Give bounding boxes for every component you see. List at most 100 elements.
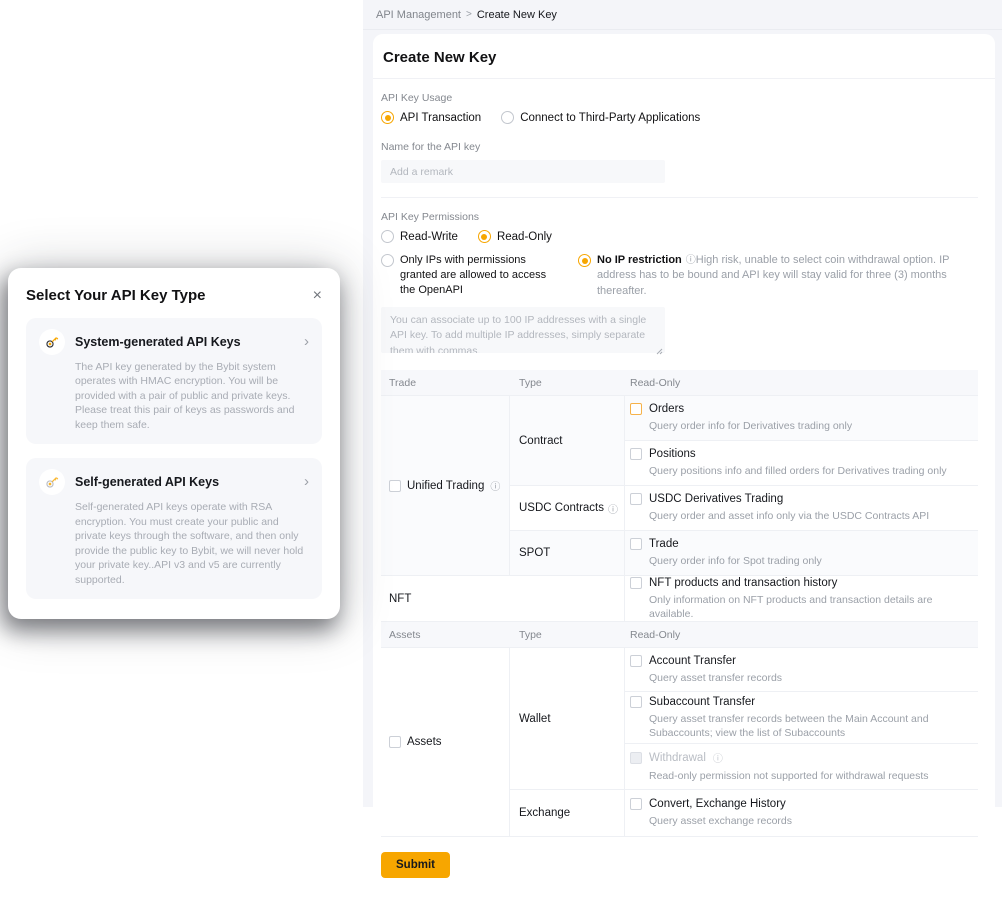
info-icon[interactable]: ⓘ bbox=[713, 750, 723, 765]
radio-label: Connect to Third-Party Applications bbox=[520, 112, 700, 124]
checkbox-label: Orders bbox=[649, 403, 684, 415]
api-key-type-modal: Select Your API Key Type × System-genera… bbox=[8, 268, 340, 619]
perm-description: Only information on NFT products and tra… bbox=[649, 593, 978, 621]
checkbox-label: Trade bbox=[649, 538, 679, 550]
perm-description: Query asset transfer records between the… bbox=[649, 712, 978, 740]
nft-checkbox[interactable] bbox=[630, 577, 642, 589]
type-label: Wallet bbox=[519, 713, 551, 725]
no-ip-restriction-text: No IP restrictionⓘHigh risk, unable to s… bbox=[597, 253, 978, 299]
radio-third-party[interactable]: Connect to Third-Party Applications bbox=[501, 111, 700, 124]
perm-description: Query asset exchange records bbox=[649, 814, 978, 828]
usdc-derivatives-checkbox[interactable] bbox=[630, 493, 642, 505]
create-key-card: Create New Key API Key Usage API Transac… bbox=[373, 34, 995, 902]
info-icon[interactable]: ⓘ bbox=[490, 478, 500, 493]
perm-usdc-derivatives: USDC Derivatives Trading Query order and… bbox=[625, 486, 978, 531]
perm-description: Read-only permission not supported for w… bbox=[649, 769, 978, 783]
radio-ip-restricted[interactable]: Only IPs with permissions granted are al… bbox=[381, 253, 556, 298]
type-cell-spot: SPOT bbox=[510, 531, 625, 576]
breadcrumb-separator-icon: > bbox=[466, 9, 472, 20]
resize-handle-icon[interactable] bbox=[656, 348, 663, 355]
card-header: Create New Key bbox=[373, 34, 995, 79]
page-title: Create New Key bbox=[383, 49, 983, 66]
perm-description: Query asset transfer records bbox=[649, 671, 978, 685]
convert-exchange-checkbox[interactable] bbox=[630, 798, 642, 810]
type-label: Contract bbox=[519, 435, 562, 447]
type-label: Exchange bbox=[519, 807, 570, 819]
column-header-trade: Trade bbox=[381, 370, 510, 396]
checkbox-label: NFT products and transaction history bbox=[649, 577, 837, 589]
radio-label: API Transaction bbox=[400, 112, 481, 124]
radio-read-only[interactable]: Read-Only bbox=[478, 230, 552, 243]
breadcrumb-current: Create New Key bbox=[477, 9, 557, 21]
system-key-icon bbox=[39, 329, 65, 355]
trade-permissions-table: Trade Type Read-Only Unified Trading ⓘ C… bbox=[381, 370, 978, 622]
api-key-name-input[interactable] bbox=[381, 160, 665, 183]
radio-read-write[interactable]: Read-Write bbox=[381, 230, 458, 243]
assets-checkbox[interactable] bbox=[389, 736, 401, 748]
perm-description: Query order and asset info only via the … bbox=[649, 509, 978, 523]
account-transfer-checkbox[interactable] bbox=[630, 655, 642, 667]
perm-nft: NFT products and transaction history Onl… bbox=[625, 576, 978, 622]
perm-account-transfer: Account Transfer Query asset transfer re… bbox=[625, 648, 978, 692]
perm-spot-trade: Trade Query order info for Spot trading … bbox=[625, 531, 978, 576]
subaccount-transfer-checkbox[interactable] bbox=[630, 696, 642, 708]
checkbox-label: Unified Trading bbox=[407, 480, 484, 492]
positions-checkbox[interactable] bbox=[630, 448, 642, 460]
perm-subaccount-transfer: Subaccount Transfer Query asset transfer… bbox=[625, 692, 978, 744]
assets-permissions-table: Assets Type Read-Only Assets Wallet Acco… bbox=[381, 622, 978, 837]
close-icon[interactable]: × bbox=[313, 288, 322, 304]
radio-label: Read-Write bbox=[400, 231, 458, 243]
breadcrumb-root[interactable]: API Management bbox=[376, 9, 461, 21]
perm-positions: Positions Query positions info and fille… bbox=[625, 441, 978, 486]
radio-unselected-icon[interactable] bbox=[381, 230, 394, 243]
radio-selected-icon[interactable] bbox=[381, 111, 394, 124]
unified-trading-checkbox[interactable] bbox=[389, 480, 401, 492]
perm-description: Query positions info and filled orders f… bbox=[649, 464, 978, 478]
radio-no-ip-restriction[interactable]: No IP restrictionⓘHigh risk, unable to s… bbox=[578, 253, 978, 299]
checkbox-label: Positions bbox=[649, 448, 696, 460]
submit-button[interactable]: Submit bbox=[381, 852, 450, 878]
perm-orders: Orders Query order info for Derivatives … bbox=[625, 396, 978, 441]
option-system-generated[interactable]: System-generated API Keys › The API key … bbox=[26, 318, 322, 444]
option-title: Self-generated API Keys bbox=[75, 475, 219, 489]
api-key-name-label: Name for the API key bbox=[381, 141, 978, 153]
checkbox-label: Withdrawal bbox=[649, 752, 706, 764]
info-icon: ⓘ bbox=[686, 255, 696, 266]
radio-unselected-icon[interactable] bbox=[501, 111, 514, 124]
column-header-readonly: Read-Only bbox=[625, 622, 978, 648]
option-description: Self-generated API keys operate with RSA… bbox=[75, 500, 309, 587]
modal-title: Select Your API Key Type bbox=[26, 287, 206, 304]
checkbox-label: Convert, Exchange History bbox=[649, 798, 786, 810]
nft-group-cell: NFT bbox=[381, 576, 625, 622]
checkbox-label: Account Transfer bbox=[649, 655, 736, 667]
type-cell-wallet: Wallet bbox=[510, 648, 625, 790]
section-divider bbox=[381, 197, 978, 198]
radio-label: No IP restriction bbox=[597, 254, 682, 266]
column-header-assets: Assets bbox=[381, 622, 510, 648]
radio-selected-icon[interactable] bbox=[578, 254, 591, 267]
type-cell-usdc-contracts: USDC Contracts ⓘ bbox=[510, 486, 625, 531]
orders-checkbox[interactable] bbox=[630, 403, 642, 415]
type-cell-contract: Contract bbox=[510, 396, 625, 486]
chevron-right-icon: › bbox=[304, 333, 309, 350]
checkbox-label: USDC Derivatives Trading bbox=[649, 493, 783, 505]
radio-api-transaction[interactable]: API Transaction bbox=[381, 111, 481, 124]
unified-trading-group-cell: Unified Trading ⓘ bbox=[381, 396, 510, 576]
self-key-icon bbox=[39, 469, 65, 495]
radio-label: Read-Only bbox=[497, 231, 552, 243]
type-label: SPOT bbox=[519, 547, 550, 559]
radio-selected-icon[interactable] bbox=[478, 230, 491, 243]
option-self-generated[interactable]: Self-generated API Keys › Self-generated… bbox=[26, 458, 322, 599]
spot-trade-checkbox[interactable] bbox=[630, 538, 642, 550]
withdrawal-checkbox-disabled bbox=[630, 752, 642, 764]
breadcrumb: API Management > Create New Key bbox=[363, 0, 1002, 30]
api-key-usage-label: API Key Usage bbox=[381, 92, 978, 104]
radio-unselected-icon[interactable] bbox=[381, 254, 394, 267]
info-icon[interactable]: ⓘ bbox=[608, 501, 618, 516]
perm-convert-exchange: Convert, Exchange History Query asset ex… bbox=[625, 790, 978, 837]
column-header-type: Type bbox=[510, 370, 625, 396]
option-title: System-generated API Keys bbox=[75, 335, 241, 349]
ip-addresses-textarea[interactable] bbox=[381, 307, 665, 353]
radio-label: Only IPs with permissions granted are al… bbox=[400, 253, 556, 298]
option-description: The API key generated by the Bybit syste… bbox=[75, 360, 309, 432]
